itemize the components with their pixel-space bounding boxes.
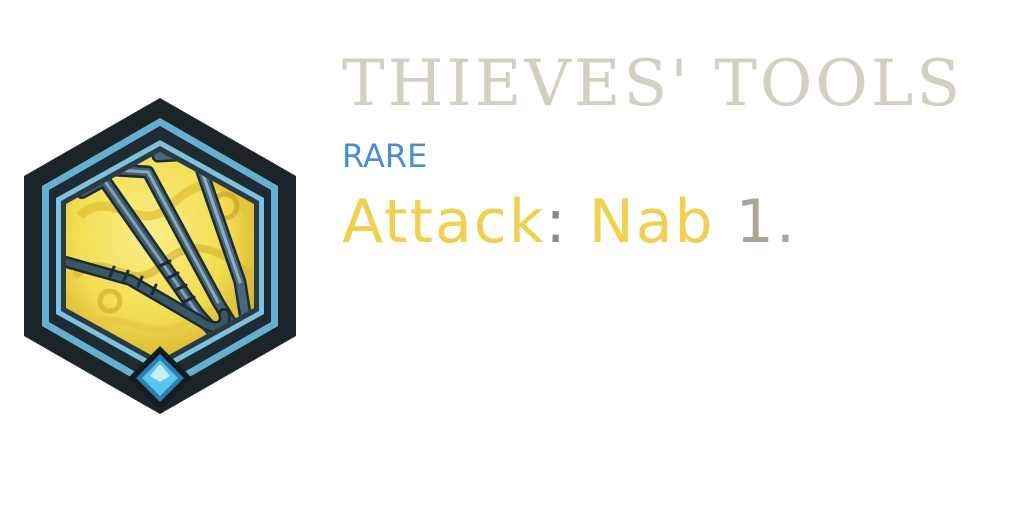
thieves-tools-icon <box>24 98 296 414</box>
effect-value: 1. <box>735 187 797 257</box>
effect-keyword: Attack <box>342 187 546 257</box>
item-name: THIEVES' TOOLS <box>342 47 964 121</box>
item-rarity: RARE <box>342 137 428 175</box>
item-card: THIEVES' TOOLS RARE Attack: Nab 1. <box>0 0 1024 512</box>
item-details: THIEVES' TOOLS RARE Attack: Nab 1. <box>342 44 1002 260</box>
item-icon-badge <box>20 96 300 416</box>
effect-separator: : <box>545 187 568 257</box>
item-effect: Attack: Nab 1. <box>342 184 1002 260</box>
effect-ability: Nab <box>588 187 715 257</box>
